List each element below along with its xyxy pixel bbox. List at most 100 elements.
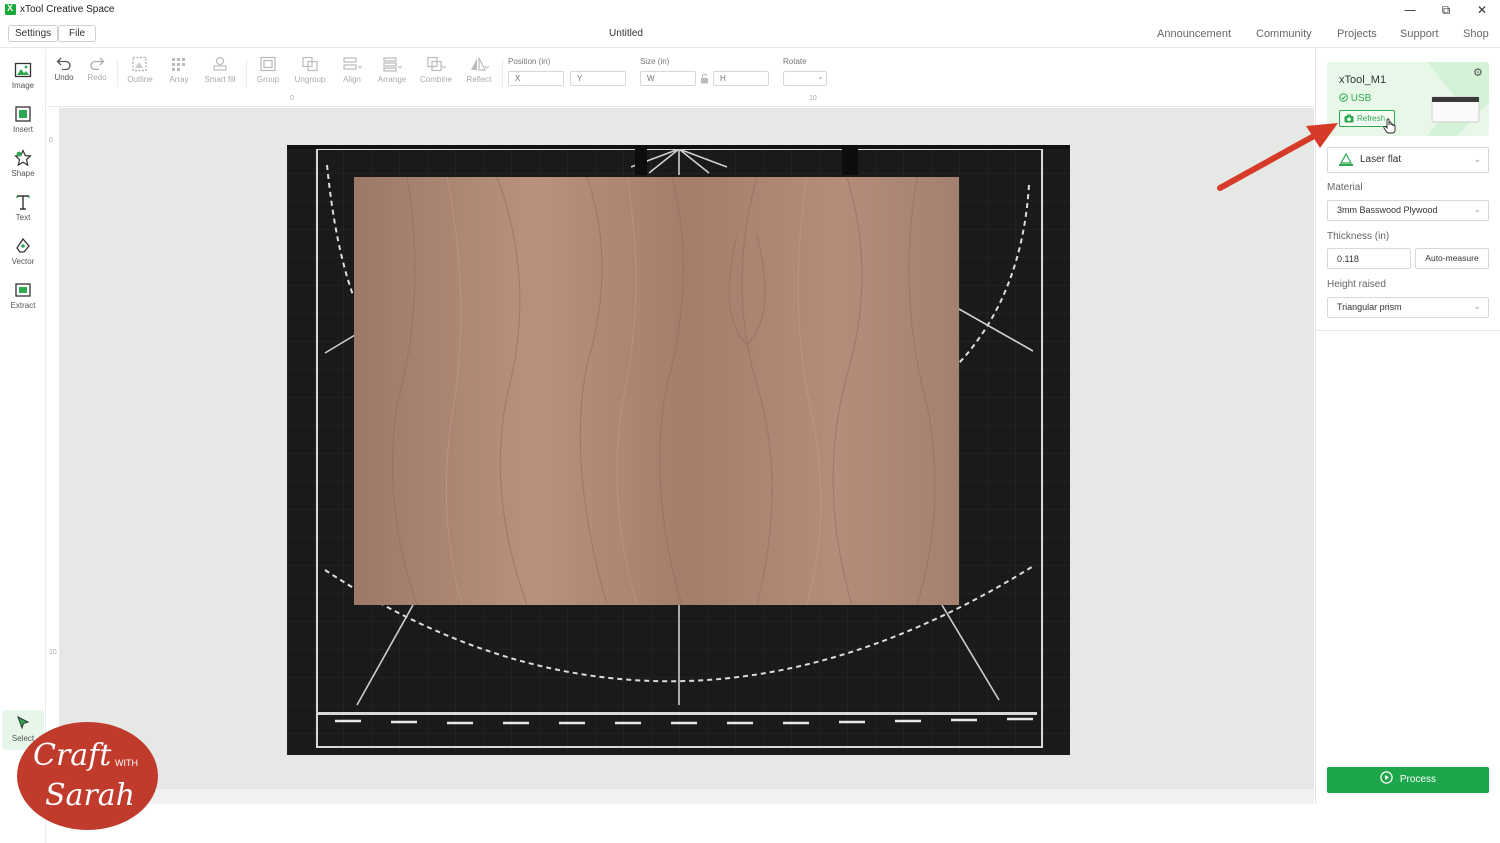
close-button[interactable]: ✕: [1472, 2, 1492, 18]
panel-divider: [1316, 330, 1500, 331]
settings-button[interactable]: Settings: [8, 25, 59, 42]
reflect-button[interactable]: Reflect: [462, 56, 496, 84]
tool-extract[interactable]: Extract: [2, 277, 44, 317]
chevron-down-icon: ⌄: [1473, 155, 1481, 165]
process-mode-select[interactable]: Laser flat ⌄: [1327, 147, 1489, 173]
arrange-button[interactable]: Arrange: [375, 56, 409, 84]
menu-bar: Settings File Untitled Announcement Comm…: [0, 20, 1500, 48]
shape-icon: [14, 149, 32, 167]
material-value: 3mm Basswood Plywood: [1337, 205, 1438, 215]
minimize-button[interactable]: —: [1400, 2, 1420, 18]
design-canvas[interactable]: [60, 108, 1314, 788]
undo-button[interactable]: Undo: [47, 56, 81, 82]
group-icon: [260, 56, 276, 72]
refresh-label: Refresh: [1357, 114, 1386, 123]
extract-icon: [15, 283, 31, 297]
outline-button[interactable]: Outline: [123, 56, 157, 84]
chevron-down-icon: ⌄: [1473, 302, 1481, 312]
nav-community[interactable]: Community: [1256, 28, 1312, 40]
height-raised-select[interactable]: Triangular prism ⌄: [1327, 297, 1489, 318]
device-settings-gear-icon[interactable]: ⚙: [1473, 66, 1483, 79]
outline-label: Outline: [127, 75, 153, 84]
select-cursor-icon: [17, 715, 30, 730]
smart-fill-icon: [213, 56, 227, 71]
maximize-button[interactable]: ⧉: [1436, 2, 1456, 18]
position-y-input[interactable]: [570, 71, 626, 86]
camera-icon: [1344, 114, 1354, 123]
size-h-input[interactable]: [713, 71, 769, 86]
align-icon: [343, 57, 362, 70]
position-x-input[interactable]: [508, 71, 564, 86]
watermark-text-with: WITH: [115, 758, 138, 768]
redo-label: Redo: [87, 73, 107, 82]
lock-ratio-icon[interactable]: [700, 73, 709, 84]
rotate-input[interactable]: ▴: [783, 71, 827, 86]
hand-cursor-icon: [1383, 118, 1396, 134]
laser-bed-camera-view: [287, 145, 1070, 755]
tool-image-label: Image: [11, 81, 35, 90]
material-select[interactable]: 3mm Basswood Plywood ⌄: [1327, 200, 1489, 221]
ruler-tick-label: 0: [290, 95, 294, 102]
auto-measure-button[interactable]: Auto-measure: [1415, 248, 1489, 269]
text-icon: [16, 195, 30, 210]
nav-shop[interactable]: Shop: [1463, 28, 1489, 40]
smart-fill-button[interactable]: Smart fill: [203, 56, 237, 84]
toolbar-divider: [117, 59, 118, 87]
tool-vector[interactable]: Vector: [2, 233, 44, 273]
combine-button[interactable]: Combine: [419, 56, 453, 84]
watermark-text-line1: Craft: [33, 738, 112, 773]
align-button[interactable]: Align: [335, 56, 369, 84]
edit-toolbar: Undo Redo Outline Array Smart fill Group…: [47, 49, 1314, 93]
height-raised-label: Height raised: [1327, 279, 1386, 290]
arrange-label: Arrange: [377, 75, 407, 84]
device-card[interactable]: xTool_M1 ⚙ USB Refresh: [1327, 62, 1489, 136]
ungroup-icon: [302, 56, 318, 72]
ruler-tick-label: 0: [49, 137, 53, 144]
watermark-logo: Craft WITH Sarah: [17, 722, 158, 830]
redo-button[interactable]: Redo: [80, 56, 114, 82]
app-logo-icon: [5, 3, 16, 15]
connection-status: USB: [1339, 93, 1371, 104]
undo-icon: [56, 57, 71, 70]
nav-announcement[interactable]: Announcement: [1157, 28, 1231, 40]
ruler-horizontal: 0 10: [47, 93, 1314, 107]
tool-shape-label: Shape: [11, 169, 35, 178]
nav-projects[interactable]: Projects: [1337, 28, 1377, 40]
outline-icon: [132, 56, 147, 72]
process-button[interactable]: Process: [1327, 767, 1489, 793]
tool-text-label: Text: [15, 213, 31, 222]
file-button[interactable]: File: [58, 25, 97, 42]
group-label: Group: [256, 75, 280, 84]
thickness-label: Thickness (in): [1327, 231, 1390, 242]
tool-shape[interactable]: Shape: [2, 145, 44, 185]
process-mode-value: Laser flat: [1360, 154, 1402, 165]
ungroup-button[interactable]: Ungroup: [293, 56, 327, 84]
tool-text[interactable]: Text: [2, 189, 44, 229]
canvas-scrollbar-area[interactable]: [47, 788, 1314, 804]
rotate-spinner-icon[interactable]: ▴: [819, 71, 822, 84]
position-label: Position (in): [508, 57, 551, 66]
ruler-tick-label: 10: [49, 649, 57, 656]
tool-vector-label: Vector: [11, 257, 35, 266]
array-button[interactable]: Array: [162, 56, 196, 84]
document-title[interactable]: Untitled: [580, 28, 672, 39]
tool-insert[interactable]: Insert: [2, 101, 44, 141]
group-button[interactable]: Group: [251, 56, 285, 84]
toolbar-divider: [502, 59, 503, 87]
chevron-down-icon: ⌄: [1473, 205, 1481, 215]
size-w-input[interactable]: [640, 71, 696, 86]
tool-image[interactable]: Image: [2, 57, 44, 97]
device-name: xTool_M1: [1339, 74, 1387, 86]
insert-icon: [15, 106, 31, 122]
combine-label: Combine: [419, 75, 452, 84]
app-window: xTool Creative Space — ⧉ ✕ Settings File…: [0, 0, 1500, 843]
thickness-input[interactable]: [1327, 248, 1411, 269]
combine-icon: [427, 56, 446, 72]
reflect-icon: [471, 57, 489, 71]
title-bar: xTool Creative Space — ⧉ ✕: [0, 0, 1500, 20]
connection-label: USB: [1350, 93, 1372, 104]
app-title: xTool Creative Space: [20, 4, 115, 15]
size-label: Size (in): [640, 57, 670, 66]
redo-icon: [90, 57, 105, 70]
nav-support[interactable]: Support: [1400, 28, 1439, 40]
